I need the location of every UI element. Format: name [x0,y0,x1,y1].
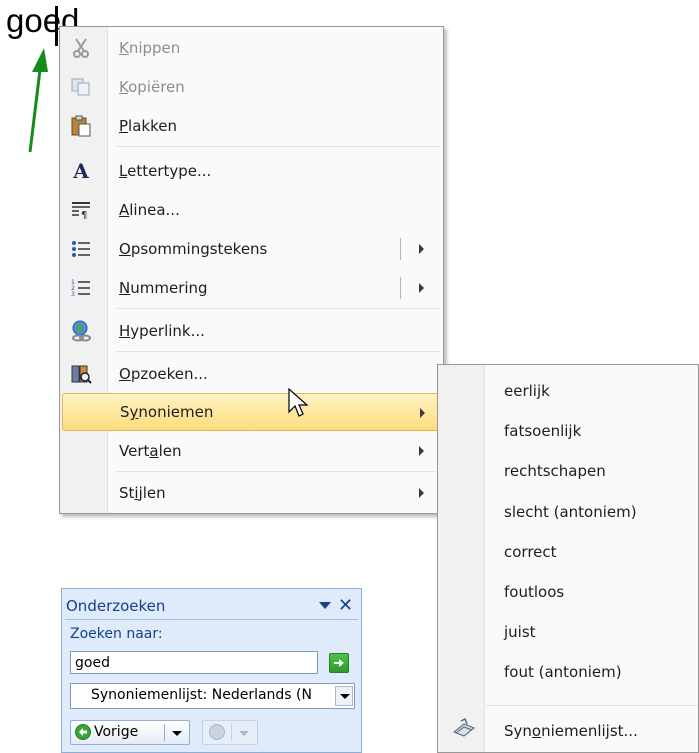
bullets-icon [68,236,94,262]
paste-icon [68,113,94,139]
menu-item-research[interactable]: Opzoeken... [62,355,441,393]
menu-item-label: Stijlen [119,484,166,502]
synonym-item[interactable]: fatsoenlijk [504,422,581,440]
menu-item-label: Hyperlink... [119,322,205,340]
submenu-arrow-icon[interactable] [419,446,424,456]
menu-separator [486,705,698,706]
synonym-item[interactable]: rechtschapen [504,462,606,480]
synonym-item[interactable]: eerlijk [504,382,550,400]
menu-item-label: Nummering [119,279,208,297]
copy-icon [68,74,94,100]
menu-item-hyperlink[interactable]: Hyperlink... [62,312,441,350]
chevron-down-icon[interactable] [239,731,249,736]
pane-title: Onderzoeken [66,597,166,615]
font-icon: A [73,159,89,183]
start-search-button[interactable] [329,653,349,673]
menu-item-label: Opsommingstekens [119,240,268,258]
menu-item-copy[interactable]: Kopiëren [62,68,441,106]
synonym-item[interactable]: slecht (antoniem) [504,503,637,521]
synonym-item[interactable]: correct [504,543,557,561]
paragraph-icon: ¶ [68,197,94,223]
research-icon [68,361,94,387]
search-input[interactable] [70,651,318,674]
numbering-icon: 123 [68,275,94,301]
forward-arrow-icon [209,724,225,740]
menu-item-font[interactable]: A Lettertype... [62,152,441,190]
menu-item-styles[interactable]: Stijlen [62,474,441,512]
menu-item-bullets[interactable]: Opsommingstekens [62,230,441,268]
submenu-arrow-icon[interactable] [419,488,424,498]
arrow-right-icon [334,659,344,667]
menu-item-label: Knippen [119,39,181,57]
back-button-label: Vorige [94,724,139,740]
submenu-arrow-icon[interactable] [420,408,425,418]
selected-source: Synoniemenlijst: Nederlands (N [91,687,312,703]
menu-separator [116,351,441,352]
menu-separator [116,146,441,147]
svg-text:3: 3 [71,291,75,298]
hyperlink-icon [68,318,94,344]
menu-item-label: Plakken [119,117,177,135]
menu-item-thesaurus[interactable]: Synoniemenlijst... [438,710,698,750]
menu-item-label: Opzoeken... [119,365,208,383]
close-icon[interactable]: ✕ [338,595,353,616]
menu-item-label: Alinea... [119,201,180,219]
submenu-arrow-icon[interactable] [419,244,424,254]
menu-icon-gutter [438,365,485,752]
menu-item-numbering[interactable]: 123 Nummering [62,269,441,307]
menu-item-cut[interactable]: Knippen [62,29,441,67]
forward-button[interactable] [202,720,258,745]
synonym-item[interactable]: fout (antoniem) [504,663,622,681]
synonyms-submenu: eerlijk fatsoenlijk rechtschapen slecht … [437,364,699,753]
menu-item-label: Vertalen [119,442,182,460]
annotation-arrow [28,48,48,153]
synonym-item[interactable]: foutloos [504,583,564,601]
split-divider [164,724,165,741]
menu-item-label: Synoniemenlijst... [504,722,638,740]
search-label: Zoeken naar: [70,626,163,642]
split-divider [231,724,232,741]
back-arrow-icon [75,724,91,740]
menu-separator [116,471,441,472]
menu-item-paste[interactable]: Plakken [62,107,441,145]
research-pane: Onderzoeken ✕ Zoeken naar: Synoniemenlij… [61,588,362,753]
submenu-arrow-icon[interactable] [419,283,424,293]
menu-item-paragraph[interactable]: ¶ Alinea... [62,191,441,229]
menu-item-label: Synoniemen [120,403,214,421]
chevron-down-icon[interactable] [172,731,182,736]
menu-item-label: Kopiëren [119,78,185,96]
pane-options-icon[interactable] [319,602,331,609]
context-menu: Knippen Kopiëren Plakken A Lettertype...… [59,26,444,514]
split-divider [400,238,401,260]
svg-text:¶: ¶ [81,210,87,219]
pane-divider [65,619,358,620]
menu-item-synonyms[interactable]: Synoniemen [62,393,441,431]
reference-source-select[interactable]: Synoniemenlijst: Nederlands (N [70,683,355,709]
menu-item-translate[interactable]: Vertalen [62,432,441,470]
thesaurus-icon [452,717,476,744]
synonym-item[interactable]: juist [504,623,536,641]
menu-separator [116,308,441,309]
mouse-pointer-icon [288,388,309,417]
back-button[interactable]: Vorige [70,720,190,745]
menu-item-label: Lettertype... [119,162,212,180]
scissors-icon [68,35,94,61]
split-divider [400,277,401,299]
dropdown-arrow-icon[interactable] [335,686,353,706]
